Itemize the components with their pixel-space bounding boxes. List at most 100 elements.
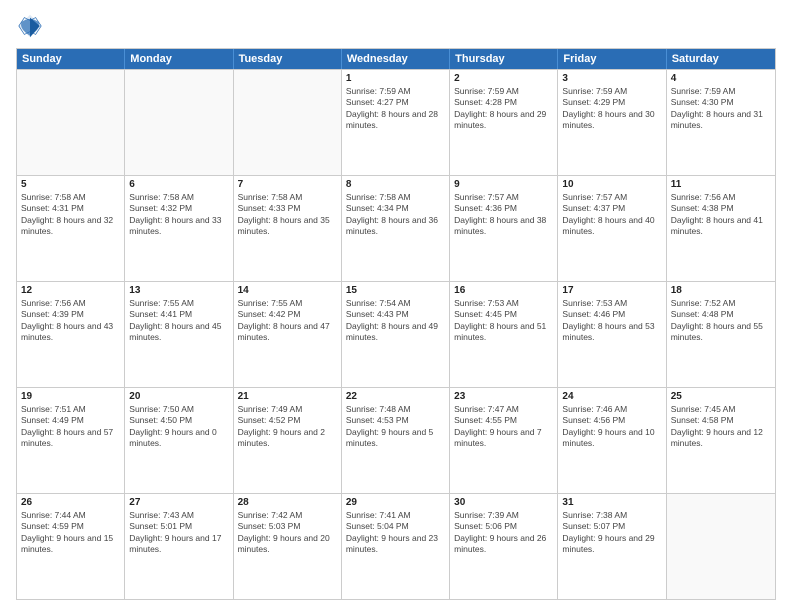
calendar-cell: 7Sunrise: 7:58 AMSunset: 4:33 PMDaylight… <box>234 176 342 281</box>
cell-info: Sunrise: 7:49 AMSunset: 4:52 PMDaylight:… <box>238 404 337 450</box>
cell-info: Sunrise: 7:55 AMSunset: 4:41 PMDaylight:… <box>129 298 228 344</box>
cell-day-number: 18 <box>671 285 771 296</box>
cell-info: Sunrise: 7:53 AMSunset: 4:45 PMDaylight:… <box>454 298 553 344</box>
calendar-cell: 9 Sunrise: 7:57 AMSunset: 4:36 PMDaylight… <box>450 176 558 281</box>
cell-info: Sunrise: 7:44 AMSunset: 4:59 PMDaylight:… <box>21 510 120 556</box>
calendar-cell: 25Sunrise: 7:45 AMSunset: 4:58 PMDayligh… <box>667 388 775 493</box>
calendar-cell: 29 Sunrise: 7:41 AMSunset: 5:04 PMDayligh… <box>342 494 450 599</box>
cell-info: Sunrise: 7:52 AMSunset: 4:48 PMDaylight:… <box>671 298 771 344</box>
calendar-cell: 21 Sunrise: 7:49 AMSunset: 4:52 PMDayligh… <box>234 388 342 493</box>
calendar-cell: 2 Sunrise: 7:59 AMSunset: 4:28 PMDaylight… <box>450 70 558 175</box>
calendar-cell: 31Sunrise: 7:38 AMSunset: 5:07 PMDayligh… <box>558 494 666 599</box>
calendar-row: 19Sunrise: 7:51 AMSunset: 4:49 PMDayligh… <box>17 387 775 493</box>
cell-day-number: 14 <box>238 285 337 296</box>
cell-info: Sunrise: 7:54 AMSunset: 4:43 PMDaylight:… <box>346 298 445 344</box>
cal-header-day: Saturday <box>667 49 775 69</box>
logo <box>16 12 48 40</box>
cell-info: Sunrise: 7:53 AMSunset: 4:46 PMDaylight:… <box>562 298 661 344</box>
cell-day-number: 28 <box>238 497 337 508</box>
cell-day-number: 8 <box>346 179 445 190</box>
cell-day-number: 5 <box>21 179 120 190</box>
cell-day-number: 10 <box>562 179 661 190</box>
calendar-row: 12Sunrise: 7:56 AMSunset: 4:39 PMDayligh… <box>17 281 775 387</box>
calendar-cell: 11 Sunrise: 7:56 AMSunset: 4:38 PMDayligh… <box>667 176 775 281</box>
calendar-cell: 24Sunrise: 7:46 AMSunset: 4:56 PMDayligh… <box>558 388 666 493</box>
cal-header-day: Sunday <box>17 49 125 69</box>
calendar-cell: 23 Sunrise: 7:47 AMSunset: 4:55 PMDayligh… <box>450 388 558 493</box>
cell-day-number: 7 <box>238 179 337 190</box>
cell-info: Sunrise: 7:47 AMSunset: 4:55 PMDaylight:… <box>454 404 553 450</box>
calendar-cell: 1Sunrise: 7:59 AMSunset: 4:27 PMDaylight… <box>342 70 450 175</box>
cal-header-day: Monday <box>125 49 233 69</box>
calendar-header: SundayMondayTuesdayWednesdayThursdayFrid… <box>17 49 775 69</box>
cell-day-number: 23 <box>454 391 553 402</box>
calendar-cell: 22 Sunrise: 7:48 AMSunset: 4:53 PMDayligh… <box>342 388 450 493</box>
cell-day-number: 29 <box>346 497 445 508</box>
calendar-cell: 15Sunrise: 7:54 AMSunset: 4:43 PMDayligh… <box>342 282 450 387</box>
cell-info: Sunrise: 7:59 AMSunset: 4:28 PMDaylight:… <box>454 86 553 132</box>
cell-day-number: 22 <box>346 391 445 402</box>
calendar-cell: 18 Sunrise: 7:52 AMSunset: 4:48 PMDayligh… <box>667 282 775 387</box>
calendar-cell: 20Sunrise: 7:50 AMSunset: 4:50 PMDayligh… <box>125 388 233 493</box>
calendar-cell: 13 Sunrise: 7:55 AMSunset: 4:41 PMDayligh… <box>125 282 233 387</box>
calendar-row: 26 Sunrise: 7:44 AMSunset: 4:59 PMDayligh… <box>17 493 775 599</box>
page: SundayMondayTuesdayWednesdayThursdayFrid… <box>0 0 792 612</box>
cell-day-number: 2 <box>454 73 553 84</box>
calendar-cell: 5 Sunrise: 7:58 AMSunset: 4:31 PMDaylight… <box>17 176 125 281</box>
cell-info: Sunrise: 7:59 AMSunset: 4:29 PMDaylight:… <box>562 86 661 132</box>
calendar-cell: 16 Sunrise: 7:53 AMSunset: 4:45 PMDayligh… <box>450 282 558 387</box>
calendar-cell: 12Sunrise: 7:56 AMSunset: 4:39 PMDayligh… <box>17 282 125 387</box>
calendar: SundayMondayTuesdayWednesdayThursdayFrid… <box>16 48 776 600</box>
cell-day-number: 1 <box>346 73 445 84</box>
cell-day-number: 21 <box>238 391 337 402</box>
cell-info: Sunrise: 7:46 AMSunset: 4:56 PMDaylight:… <box>562 404 661 450</box>
cell-day-number: 11 <box>671 179 771 190</box>
calendar-cell: 17 Sunrise: 7:53 AMSunset: 4:46 PMDayligh… <box>558 282 666 387</box>
cell-info: Sunrise: 7:58 AMSunset: 4:32 PMDaylight:… <box>129 192 228 238</box>
cell-info: Sunrise: 7:57 AMSunset: 4:37 PMDaylight:… <box>562 192 661 238</box>
cell-day-number: 17 <box>562 285 661 296</box>
cell-day-number: 19 <box>21 391 120 402</box>
cell-info: Sunrise: 7:57 AMSunset: 4:36 PMDaylight:… <box>454 192 553 238</box>
calendar-cell: 4Sunrise: 7:59 AMSunset: 4:30 PMDaylight… <box>667 70 775 175</box>
cell-day-number: 9 <box>454 179 553 190</box>
calendar-cell: 19Sunrise: 7:51 AMSunset: 4:49 PMDayligh… <box>17 388 125 493</box>
cell-day-number: 3 <box>562 73 661 84</box>
cell-info: Sunrise: 7:48 AMSunset: 4:53 PMDaylight:… <box>346 404 445 450</box>
cal-header-day: Friday <box>558 49 666 69</box>
header <box>16 12 776 40</box>
calendar-cell <box>17 70 125 175</box>
cell-info: Sunrise: 7:58 AMSunset: 4:31 PMDaylight:… <box>21 192 120 238</box>
cell-day-number: 13 <box>129 285 228 296</box>
calendar-cell: 26 Sunrise: 7:44 AMSunset: 4:59 PMDayligh… <box>17 494 125 599</box>
calendar-cell: 28 Sunrise: 7:42 AMSunset: 5:03 PMDayligh… <box>234 494 342 599</box>
logo-icon <box>16 12 44 40</box>
calendar-cell: 14 Sunrise: 7:55 AMSunset: 4:42 PMDayligh… <box>234 282 342 387</box>
calendar-row: 1Sunrise: 7:59 AMSunset: 4:27 PMDaylight… <box>17 69 775 175</box>
cell-info: Sunrise: 7:58 AMSunset: 4:34 PMDaylight:… <box>346 192 445 238</box>
cell-info: Sunrise: 7:55 AMSunset: 4:42 PMDaylight:… <box>238 298 337 344</box>
cell-info: Sunrise: 7:56 AMSunset: 4:38 PMDaylight:… <box>671 192 771 238</box>
cell-day-number: 25 <box>671 391 771 402</box>
calendar-cell: 10 Sunrise: 7:57 AMSunset: 4:37 PMDayligh… <box>558 176 666 281</box>
cell-info: Sunrise: 7:38 AMSunset: 5:07 PMDaylight:… <box>562 510 661 556</box>
cell-day-number: 20 <box>129 391 228 402</box>
calendar-cell: 27 Sunrise: 7:43 AMSunset: 5:01 PMDayligh… <box>125 494 233 599</box>
calendar-cell: 8 Sunrise: 7:58 AMSunset: 4:34 PMDaylight… <box>342 176 450 281</box>
cell-info: Sunrise: 7:56 AMSunset: 4:39 PMDaylight:… <box>21 298 120 344</box>
cell-day-number: 26 <box>21 497 120 508</box>
cell-info: Sunrise: 7:42 AMSunset: 5:03 PMDaylight:… <box>238 510 337 556</box>
cell-info: Sunrise: 7:39 AMSunset: 5:06 PMDaylight:… <box>454 510 553 556</box>
cal-header-day: Tuesday <box>234 49 342 69</box>
cell-day-number: 6 <box>129 179 228 190</box>
cell-day-number: 16 <box>454 285 553 296</box>
cell-day-number: 27 <box>129 497 228 508</box>
cal-header-day: Thursday <box>450 49 558 69</box>
cell-day-number: 30 <box>454 497 553 508</box>
calendar-cell: 3 Sunrise: 7:59 AMSunset: 4:29 PMDaylight… <box>558 70 666 175</box>
calendar-row: 5 Sunrise: 7:58 AMSunset: 4:31 PMDaylight… <box>17 175 775 281</box>
calendar-cell <box>125 70 233 175</box>
cell-info: Sunrise: 7:41 AMSunset: 5:04 PMDaylight:… <box>346 510 445 556</box>
cell-info: Sunrise: 7:43 AMSunset: 5:01 PMDaylight:… <box>129 510 228 556</box>
cal-header-day: Wednesday <box>342 49 450 69</box>
